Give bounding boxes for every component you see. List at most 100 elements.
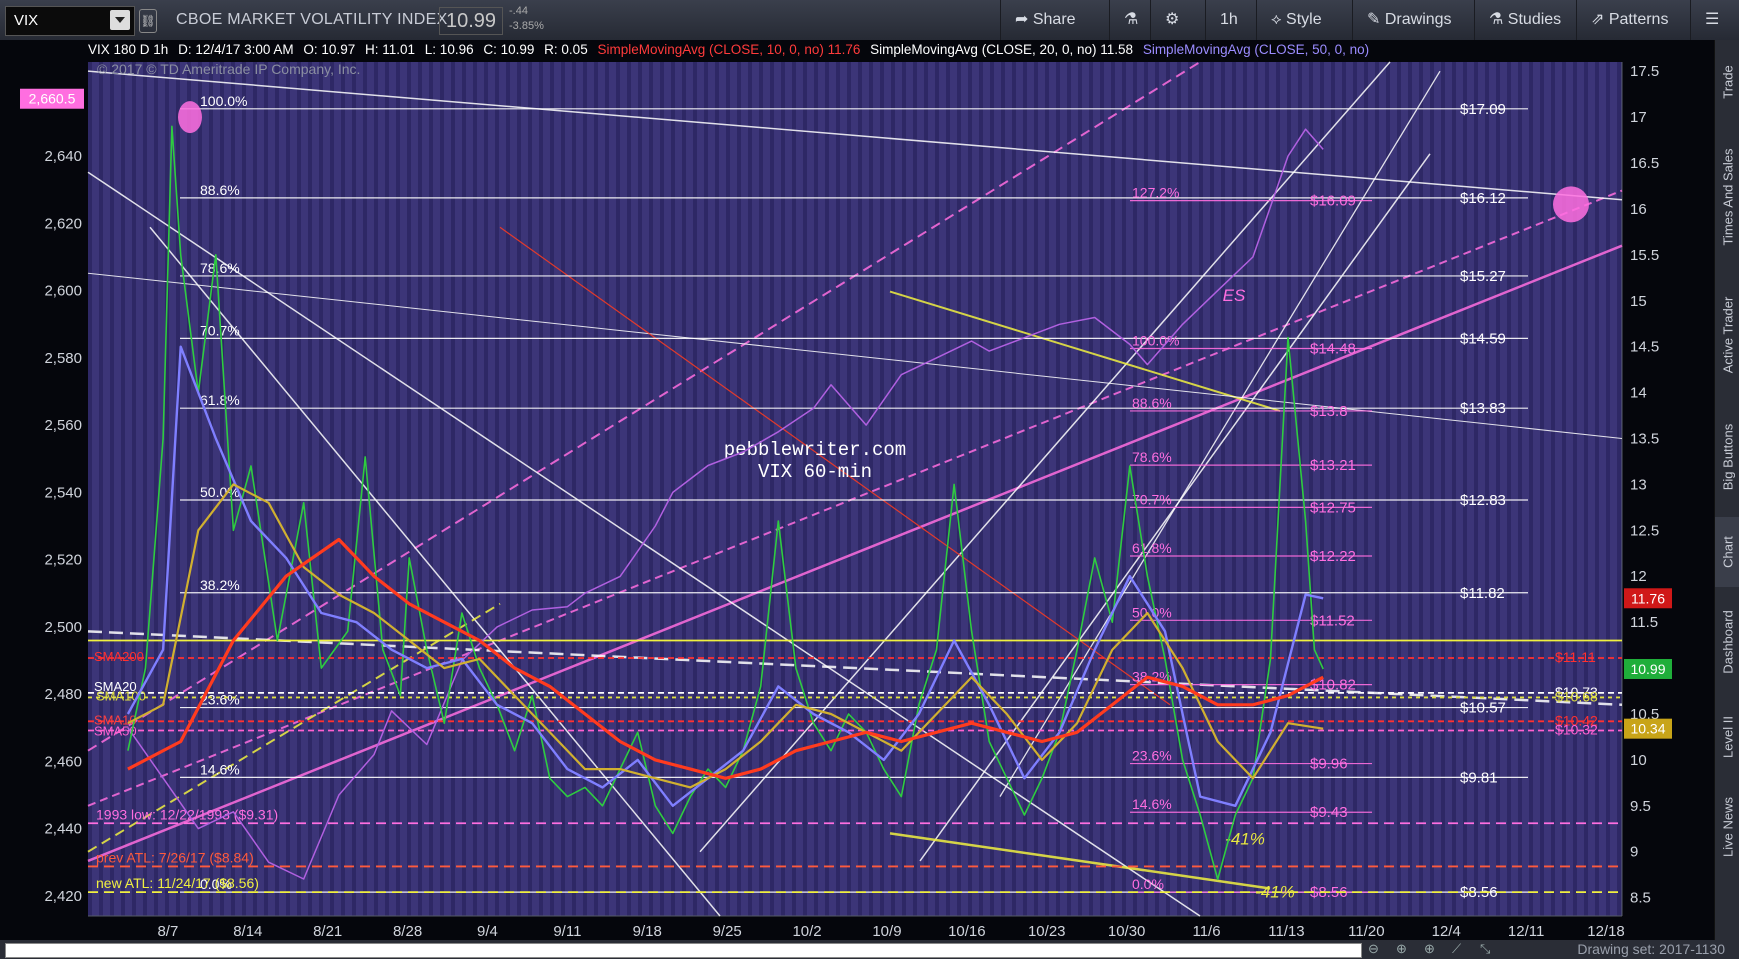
time-band [121, 62, 125, 916]
time-band [638, 62, 642, 916]
time-scrollbar[interactable] [5, 943, 1362, 958]
zoom-out-icon[interactable]: ⊖ [1368, 941, 1379, 957]
time-band [572, 62, 576, 916]
level-label: $10.68 [1555, 688, 1598, 704]
x-axis-tick-label: 10/16 [948, 923, 986, 940]
x-axis-tick-label: 9/11 [553, 923, 581, 940]
fib-mid-value: $12.75 [1310, 499, 1356, 516]
time-band [407, 62, 411, 916]
time-band [957, 62, 961, 916]
tab-live-news[interactable]: Live News [1715, 777, 1739, 877]
fib-right-value: $16.12 [1460, 190, 1506, 207]
time-band [319, 62, 323, 916]
drawings-button[interactable]: ✎ Drawings [1352, 0, 1487, 40]
fib-right-value: $13.83 [1460, 400, 1506, 417]
time-band [1287, 62, 1291, 916]
x-axis-tick-label: 10/23 [1028, 923, 1066, 940]
style-button[interactable]: ⟡ Style [1256, 0, 1361, 40]
time-band [1441, 62, 1445, 916]
menu-icon: ☰ [1705, 11, 1720, 28]
target-marker [1553, 186, 1589, 223]
right-axis-tick-label: 12.5 [1630, 522, 1659, 539]
fib-right-value: $12.83 [1460, 492, 1506, 509]
symbol-description: CBOE MARKET VOLATILITY INDEX [176, 11, 448, 28]
style-icon: ⟡ [1271, 11, 1282, 28]
sma10-value: 11.76 [827, 42, 861, 57]
time-band [1386, 62, 1390, 916]
time-band [792, 62, 796, 916]
time-band [1265, 62, 1269, 916]
time-band [770, 62, 774, 916]
time-band [726, 62, 730, 916]
menu-button[interactable]: ☰ [1690, 0, 1735, 40]
vix-chart[interactable]: 8.599.51010.51111.51212.51313.51414.5151… [0, 40, 1714, 940]
studies-button[interactable]: ⚗ Studies [1474, 0, 1589, 40]
level-label: $10.32 [1555, 722, 1598, 738]
x-axis-tick-label: 11/13 [1268, 923, 1304, 940]
time-band [308, 62, 312, 916]
tab-big-buttons[interactable]: Big Buttons [1715, 397, 1739, 517]
last-price: 10.99 [439, 7, 503, 35]
time-band [869, 62, 873, 916]
tab-chart[interactable]: Chart [1715, 517, 1739, 587]
copyright-text: © 2017 © TD Ameritrade IP Company, Inc. [97, 61, 360, 77]
time-band [297, 62, 301, 916]
crosshair-icon[interactable]: ⊕ [1396, 941, 1407, 957]
settings-button[interactable]: ⚙ [1150, 0, 1201, 40]
time-band [1089, 62, 1093, 916]
right-axis-tick-label: 9 [1630, 844, 1638, 861]
link-icon[interactable]: ⛓ [139, 9, 157, 33]
pct-drop-label: -41% [1255, 883, 1295, 902]
tab-dashboard[interactable]: Dashboard [1715, 587, 1739, 697]
tab-active-trader[interactable]: Active Trader [1715, 272, 1739, 397]
price-change: -.44 -3.85% [509, 4, 544, 34]
time-band [88, 62, 92, 916]
time-band [1023, 62, 1027, 916]
right-price-badge-text: 10.34 [1630, 721, 1665, 737]
left-axis-tick-label: 2,580 [44, 350, 82, 367]
time-band [715, 62, 719, 916]
x-axis-tick-label: 10/9 [872, 923, 901, 940]
time-band [1067, 62, 1071, 916]
symbol-input[interactable]: VIX [5, 6, 135, 36]
zoom-in-icon[interactable]: ⊕ [1424, 941, 1435, 957]
time-band [946, 62, 950, 916]
fib-mid-value: $9.96 [1310, 756, 1348, 773]
time-band [528, 62, 532, 916]
time-band [1584, 62, 1588, 916]
time-band [594, 62, 598, 916]
patterns-button[interactable]: ⇗ Patterns [1576, 0, 1701, 40]
tab-level-ii[interactable]: Level II [1715, 697, 1739, 777]
share-icon: ➦ [1015, 11, 1029, 28]
right-axis-tick-label: 10 [1630, 752, 1647, 769]
time-band [814, 62, 818, 916]
left-price-badge-text: 2,660.5 [29, 91, 76, 107]
expand-icon[interactable]: ⤡ [1480, 941, 1490, 957]
bar-range: R: 0.05 [544, 42, 588, 57]
time-band [737, 62, 741, 916]
chart-area[interactable]: 8.599.51010.51111.51212.51313.51414.5151… [0, 40, 1714, 940]
timeframe-button[interactable]: 1h [1205, 0, 1256, 40]
time-band [1408, 62, 1412, 916]
tab-times-and-sales[interactable]: Times And Sales [1715, 122, 1739, 272]
x-axis-tick-label: 10/30 [1108, 923, 1146, 940]
time-band [847, 62, 851, 916]
time-band [517, 62, 521, 916]
draw-line-icon[interactable]: ⟋ [1452, 941, 1461, 957]
time-band [451, 62, 455, 916]
time-band [484, 62, 488, 916]
es-label: ES [1223, 286, 1246, 305]
left-axis-tick-label: 2,640 [44, 148, 82, 165]
time-band [759, 62, 763, 916]
fib-mid-label: 61.8% [1132, 540, 1172, 556]
share-button[interactable]: ➦ Share [1000, 0, 1110, 40]
time-band [924, 62, 928, 916]
right-axis-tick-label: 12 [1630, 568, 1647, 585]
tab-trade[interactable]: Trade [1715, 42, 1739, 122]
right-axis-tick-label: 9.5 [1630, 798, 1651, 815]
symbol-dropdown-icon[interactable] [110, 10, 130, 30]
fib-mid-value: $12.22 [1310, 548, 1356, 565]
annotation-prev-atl: prev ATL: 7/26/17 ($8.84) [96, 849, 254, 865]
time-band [979, 62, 983, 916]
fib-mid-value: $11.52 [1310, 612, 1355, 629]
